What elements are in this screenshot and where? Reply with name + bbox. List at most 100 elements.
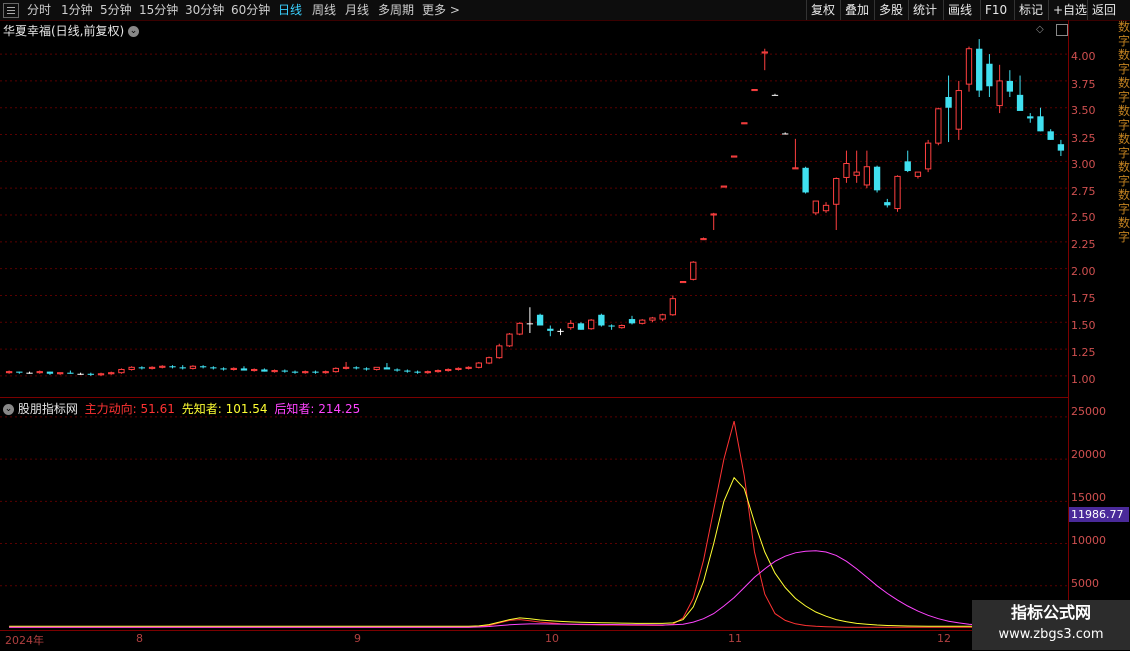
candle-body — [822, 204, 830, 212]
candle-body — [986, 63, 993, 87]
candle-body — [690, 261, 697, 280]
candle-body — [261, 369, 268, 372]
indicator-line-主力动向 — [9, 420, 1061, 628]
candle-body — [1057, 144, 1065, 151]
candle-body — [424, 371, 431, 374]
candle-body — [659, 314, 666, 320]
date-label: 11 — [728, 632, 742, 645]
candle-body — [169, 366, 176, 368]
candle-body — [414, 371, 421, 373]
candle-body — [557, 330, 564, 332]
candle-body — [720, 185, 728, 188]
candle-body — [598, 314, 605, 326]
candle-body — [342, 366, 350, 369]
price-tick: 3.25 — [1071, 132, 1096, 145]
candle-body — [353, 367, 360, 369]
candle-body — [639, 319, 646, 324]
candle-body — [863, 166, 871, 186]
candle-body — [536, 314, 544, 326]
candle-body — [577, 323, 585, 330]
candle-body — [46, 371, 54, 374]
candle-body — [312, 371, 319, 373]
watermark-url: www.zbgs3.com — [998, 627, 1104, 642]
candle-body — [884, 202, 891, 206]
candle-body — [240, 368, 248, 371]
candle-body — [547, 328, 554, 331]
date-label: 12 — [937, 632, 951, 645]
candle-body — [904, 161, 911, 172]
indicator-tick: 10000 — [1071, 534, 1106, 547]
price-chart[interactable] — [0, 0, 1068, 630]
candle-body — [322, 371, 329, 374]
candle-body — [976, 48, 983, 91]
candle-body — [475, 362, 483, 368]
price-tick: 2.75 — [1071, 185, 1096, 198]
candle-body — [189, 365, 197, 369]
candle-body — [914, 171, 922, 177]
candle-body — [792, 167, 799, 170]
indicator-menu-icon[interactable]: ⌄ — [3, 404, 14, 415]
indicator-line-后知者 — [9, 550, 1061, 628]
price-tick: 3.75 — [1071, 78, 1096, 91]
panel-divider — [0, 397, 1068, 398]
candle-body — [730, 155, 738, 158]
date-axis: 2024年 8 9 10 11 12 — [0, 630, 1068, 651]
candle-body — [251, 368, 258, 372]
candle-body — [56, 372, 64, 375]
candle-body — [281, 370, 288, 372]
candle-body — [108, 372, 115, 375]
candle-body — [843, 163, 850, 178]
candle-body — [516, 322, 523, 335]
date-label: 8 — [136, 632, 143, 645]
candle-body — [87, 373, 94, 375]
candle-body — [1047, 131, 1054, 140]
candle-body — [628, 319, 636, 324]
candle-body — [567, 322, 574, 329]
candle-body — [179, 367, 186, 369]
price-tick: 3.00 — [1071, 158, 1096, 171]
candle-body — [1016, 94, 1024, 111]
candle-body — [782, 133, 789, 135]
candle-body — [67, 372, 74, 374]
indicator-name[interactable]: 股朋指标网 — [18, 402, 78, 416]
indicator-value-hindsight: 后知者: 214.25 — [274, 402, 361, 416]
indicator-value-main: 主力动向: 51.61 — [84, 402, 175, 416]
candle-body — [955, 90, 962, 130]
indicator-tick: 15000 — [1071, 491, 1106, 504]
candle-body — [935, 108, 942, 144]
candle-body — [332, 367, 340, 373]
candle-body — [210, 367, 217, 369]
candle-body — [679, 281, 687, 284]
candle-body — [649, 317, 656, 321]
candle-body — [199, 366, 207, 368]
candle-body — [945, 97, 952, 108]
candle-body — [16, 371, 23, 373]
back-button[interactable]: 返回 — [1087, 0, 1120, 20]
date-label: 10 — [545, 632, 559, 645]
candle-body — [36, 371, 43, 374]
candle-body — [924, 142, 932, 170]
candle-body — [128, 366, 135, 370]
price-tick: 2.25 — [1071, 238, 1096, 251]
candle-body — [618, 324, 625, 329]
candle-body — [404, 370, 411, 372]
candle-body — [455, 367, 462, 370]
candle-body — [996, 80, 1003, 107]
candle-body — [741, 122, 748, 125]
price-tick: 1.75 — [1071, 292, 1096, 305]
candle-body — [434, 370, 442, 373]
indicator-tick: 5000 — [1071, 577, 1099, 590]
indicator-tick: 25000 — [1071, 405, 1106, 418]
watermark: 指标公式网 www.zbgs3.com — [972, 600, 1130, 650]
price-tick: 1.50 — [1071, 319, 1096, 332]
watermark-title: 指标公式网 — [1010, 603, 1091, 622]
price-tick: 2.50 — [1071, 211, 1096, 224]
candle-body — [812, 200, 819, 214]
candle-body — [138, 367, 146, 369]
candle-body — [1027, 116, 1034, 119]
candle-body — [608, 325, 615, 327]
candle-body — [148, 366, 156, 369]
candle-body — [506, 333, 513, 347]
side-panel-strip[interactable]: 数字数字数字数字数字数字数字数字 — [1118, 20, 1130, 630]
indicator-header: ⌄ 股朋指标网 主力动向: 51.61 先知者: 101.54 后知者: 214… — [3, 400, 360, 417]
